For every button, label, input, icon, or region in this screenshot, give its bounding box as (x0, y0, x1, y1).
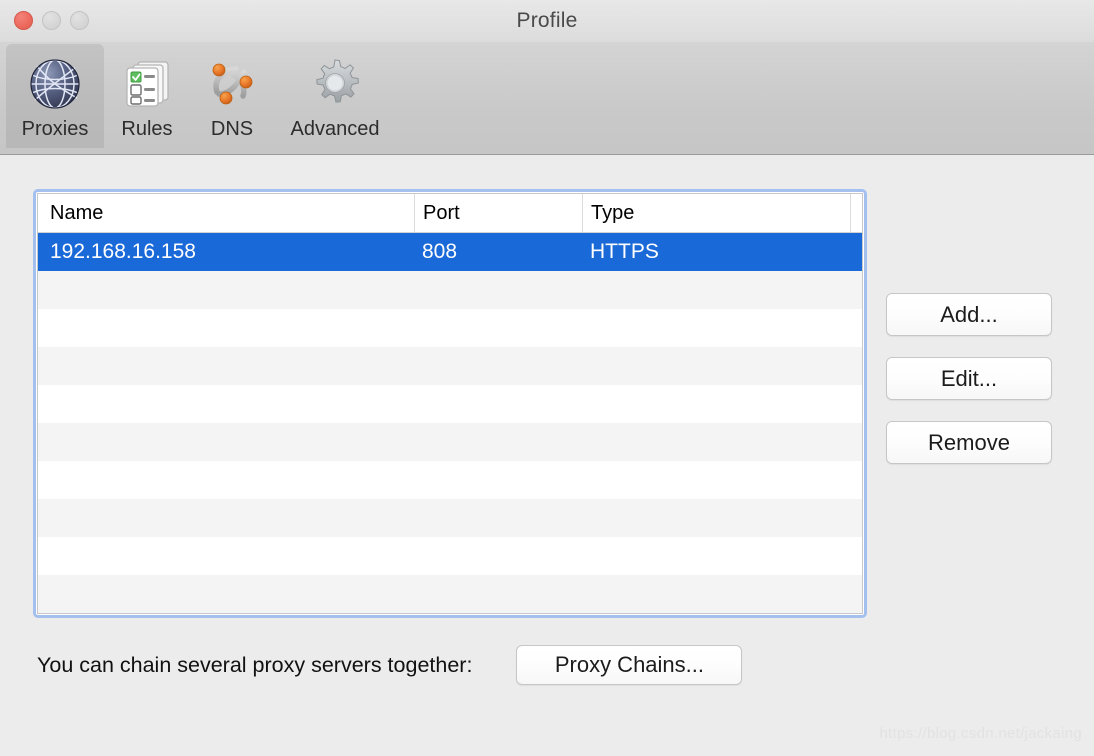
table-row-empty[interactable] (38, 347, 862, 385)
tab-advanced-label: Advanced (290, 118, 380, 140)
toolbar: Proxies Rules DNS Advanced (0, 42, 1094, 155)
edit-button[interactable]: Edit... (886, 357, 1052, 400)
tab-proxies-label: Proxies (21, 118, 89, 140)
column-header-type[interactable]: Type (582, 194, 850, 232)
table-body: 192.168.16.158 808 HTTPS (38, 233, 862, 613)
tab-proxies[interactable]: Proxies (6, 44, 104, 148)
column-header-spacer (850, 194, 862, 232)
proxy-table[interactable]: Name Port Type 192.168.16.158 808 HTTPS (33, 189, 867, 618)
table-row-empty[interactable] (38, 537, 862, 575)
gear-icon (303, 54, 367, 114)
tab-dns[interactable]: DNS (190, 44, 274, 148)
toolbar-tabs: Proxies Rules DNS Advanced (6, 42, 396, 154)
proxy-chains-button[interactable]: Proxy Chains... (516, 645, 743, 685)
proxy-chain-row: You can chain several proxy servers toge… (37, 643, 1057, 687)
watermark: https://blog.csdn.net/jackaing (879, 725, 1082, 742)
column-header-port[interactable]: Port (414, 194, 582, 232)
tab-dns-label: DNS (210, 118, 254, 140)
proxy-chain-description: You can chain several proxy servers toge… (37, 652, 473, 677)
cell-name: 192.168.16.158 (50, 240, 196, 263)
tab-rules[interactable]: Rules (104, 44, 190, 148)
globe-icon (23, 54, 87, 114)
add-button[interactable]: Add... (886, 293, 1052, 336)
documents-checklist-icon (115, 54, 179, 114)
table-row-empty[interactable] (38, 385, 862, 423)
cell-type: HTTPS (590, 240, 659, 263)
remove-button[interactable]: Remove (886, 421, 1052, 464)
content-area: Name Port Type 192.168.16.158 808 HTTPS (0, 155, 1094, 756)
network-nodes-icon (200, 54, 264, 114)
tab-rules-label: Rules (121, 118, 173, 140)
table-row-empty[interactable] (38, 461, 862, 499)
table-row[interactable]: 192.168.16.158 808 HTTPS (38, 233, 862, 271)
table-row-empty[interactable] (38, 271, 862, 309)
window-title: Profile (516, 9, 578, 32)
column-header-name[interactable]: Name (42, 194, 414, 232)
tab-advanced[interactable]: Advanced (274, 44, 396, 148)
table-row-empty[interactable] (38, 309, 862, 347)
table-header-row: Name Port Type (38, 194, 862, 233)
table-action-buttons: Add... Edit... Remove (886, 293, 1052, 464)
cell-port: 808 (422, 240, 458, 263)
table-row-empty[interactable] (38, 575, 862, 613)
profile-window: Profile Proxies Rules DNS Advanced Name … (0, 0, 1094, 756)
table-row-empty[interactable] (38, 499, 862, 537)
table-row-empty[interactable] (38, 423, 862, 461)
title-bar: Profile (0, 0, 1094, 42)
proxy-table-inner: Name Port Type 192.168.16.158 808 HTTPS (37, 193, 863, 614)
